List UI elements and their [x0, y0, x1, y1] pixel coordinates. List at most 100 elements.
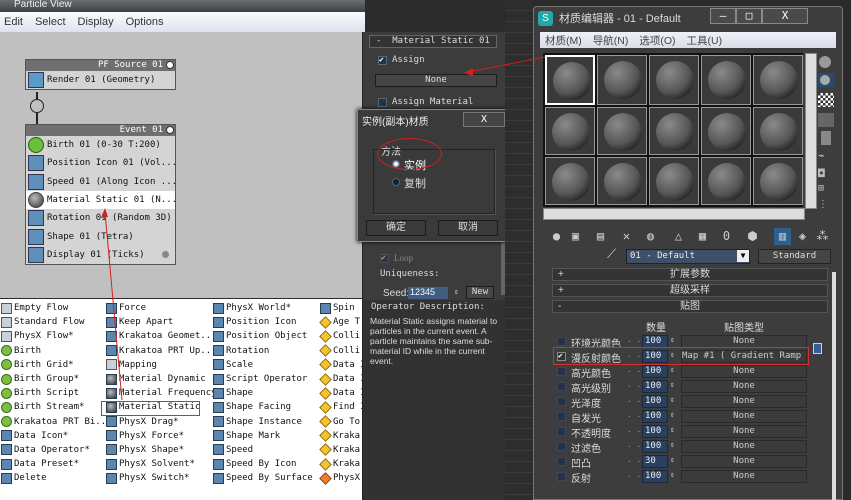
map-slot-button[interactable]: None	[681, 380, 807, 393]
menu-navigation[interactable]: 导航(N)	[593, 33, 629, 48]
assign-material-checkbox[interactable]	[378, 98, 387, 107]
depot-item[interactable]: PhysX Drag*	[106, 415, 217, 429]
pf-source-node[interactable]: PF Source 01 Render 01 (Geometry)	[25, 59, 176, 91]
depot-item[interactable]: Script Operator	[213, 372, 313, 386]
depot-item[interactable]: Kraka	[319, 429, 366, 443]
pick-material-icon[interactable]: ⁂	[814, 228, 831, 245]
make-preview-icon[interactable]: ⌁	[818, 149, 834, 163]
menu-select[interactable]: Select	[35, 16, 66, 28]
material-sample-slot[interactable]	[545, 107, 595, 155]
rollout-scrollbar[interactable]	[832, 272, 836, 500]
map-enable-checkbox[interactable]	[557, 442, 566, 451]
event-node[interactable]: Event 01 Birth 01 (0-30 T:200) Position …	[25, 124, 176, 266]
operator-shape[interactable]: Shape 01 (Tetra)	[26, 227, 175, 245]
depot-item[interactable]: PhysX Force*	[106, 429, 217, 443]
eyedropper-icon[interactable]: ⟋	[607, 247, 616, 262]
depot-item[interactable]: Empty Flow	[1, 301, 112, 315]
depot-item[interactable]: Birth Group*	[1, 372, 112, 386]
maximize-button[interactable]: □	[736, 8, 762, 24]
map-slot-button[interactable]: None	[681, 410, 807, 423]
node-header[interactable]: PF Source 01	[26, 60, 175, 71]
depot-item[interactable]: Data Icon*	[1, 429, 112, 443]
depot-item[interactable]: PhysX World*	[213, 301, 313, 315]
material-sample-slot[interactable]	[753, 107, 803, 155]
map-amount-input[interactable]: 100	[642, 380, 668, 393]
depot-item[interactable]: Colli	[319, 329, 366, 343]
map-slot-button[interactable]: None	[681, 425, 807, 438]
depot-item[interactable]: Kraka	[319, 443, 366, 457]
depot-item[interactable]: Material Frequency	[106, 386, 217, 400]
map-amount-input[interactable]: 100	[642, 410, 668, 423]
depot-item[interactable]: Find I	[319, 400, 366, 414]
material-name-field[interactable]: 01 - Default	[626, 249, 750, 264]
depot-item[interactable]: Shape Facing	[213, 400, 313, 414]
put-to-library-icon[interactable]: △	[670, 228, 687, 245]
material-type-button[interactable]: Standard	[758, 249, 831, 264]
menu-material[interactable]: 材质(M)	[545, 33, 582, 48]
map-slot-button[interactable]: None	[681, 455, 807, 468]
amount-spinner[interactable]: ⇕	[670, 455, 675, 464]
depot-item[interactable]: Data I	[319, 386, 366, 400]
depot-item[interactable]: Mapping	[106, 358, 217, 372]
lightbulb-icon[interactable]	[166, 126, 174, 134]
radio-copy[interactable]	[392, 178, 400, 186]
sample-type-icon[interactable]	[818, 55, 834, 69]
material-sample-slot[interactable]	[545, 55, 595, 105]
assign-material-button[interactable]: None	[375, 74, 497, 87]
rollout-material-static[interactable]: - Material Static 01	[369, 35, 497, 48]
map-slot-button[interactable]: None	[681, 395, 807, 408]
map-slot-button[interactable]: None	[681, 470, 807, 483]
operator-rotation[interactable]: Rotation 01 (Random 3D)	[26, 209, 175, 227]
map-enable-checkbox[interactable]	[557, 382, 566, 391]
lock-icon[interactable]	[813, 343, 822, 354]
depot-item[interactable]: Spin	[320, 301, 366, 315]
material-sample-slot[interactable]	[649, 157, 699, 205]
minimize-button[interactable]: —	[710, 8, 736, 24]
rollout-maps[interactable]: - 贴图	[552, 300, 828, 313]
rollout-extended-parameters[interactable]: + 扩展参数	[552, 268, 828, 281]
get-material-icon[interactable]: ●	[548, 228, 565, 245]
material-sample-slot[interactable]	[597, 157, 647, 205]
slots-horizontal-scrollbar[interactable]	[543, 208, 805, 220]
material-sample-slot[interactable]	[649, 55, 699, 105]
new-seed-button[interactable]: New	[466, 286, 494, 299]
material-sample-slot[interactable]	[597, 55, 647, 105]
map-enable-checkbox[interactable]	[557, 427, 566, 436]
loop-checkbox[interactable]	[380, 253, 389, 263]
map-amount-input[interactable]: 100	[642, 440, 668, 453]
options-icon[interactable]: ◘	[818, 167, 834, 181]
assign-to-selection-icon[interactable]: ▤	[592, 228, 609, 245]
particle-view-canvas[interactable]: PF Source 01 Render 01 (Geometry) Event …	[0, 32, 362, 298]
depot-item[interactable]: PhysX Shape*	[106, 443, 217, 457]
depot-item[interactable]: Colli	[319, 344, 366, 358]
depot-item[interactable]: Force	[106, 301, 217, 315]
depot-item[interactable]: Go To	[319, 415, 366, 429]
material-sample-slot[interactable]	[701, 157, 751, 205]
go-forward-sibling-icon[interactable]: ◈	[794, 228, 811, 245]
map-amount-input[interactable]: 100	[642, 395, 668, 408]
depot-item[interactable]: Data Operator*	[1, 443, 112, 457]
video-color-check-icon[interactable]	[821, 131, 831, 145]
depot-item[interactable]: Birth	[1, 344, 112, 358]
depot-item[interactable]: Krakatoa PRT Up...	[106, 344, 217, 358]
lightbulb-icon[interactable]	[166, 61, 174, 69]
close-button[interactable]: X	[463, 112, 505, 127]
depot-item[interactable]: Birth Script	[1, 386, 112, 400]
map-slot-button[interactable]: None	[681, 440, 807, 453]
operator-birth[interactable]: Birth 01 (0-30 T:200)	[26, 136, 175, 154]
depot-item[interactable]: Shape Instance	[213, 415, 313, 429]
depot-item[interactable]: Speed By Surface	[213, 471, 313, 485]
assign-checkbox[interactable]	[378, 55, 387, 65]
depot-item[interactable]: Scale	[213, 358, 313, 372]
depot-item[interactable]: Age T	[319, 315, 366, 329]
depot-item[interactable]: Birth Stream*	[1, 400, 112, 414]
menu-edit[interactable]: Edit	[4, 16, 23, 28]
uv-tiling-icon[interactable]	[818, 113, 834, 127]
seed-spinner[interactable]: ⇕	[454, 287, 459, 296]
operator-position-icon[interactable]: Position Icon 01 (Vol...	[26, 154, 175, 172]
display-color-swatch[interactable]	[162, 251, 169, 259]
map-enable-checkbox[interactable]	[557, 397, 566, 406]
reset-map-icon[interactable]: ✕	[618, 228, 635, 245]
node-header[interactable]: Event 01	[26, 125, 175, 136]
map-amount-input[interactable]: 100	[642, 425, 668, 438]
